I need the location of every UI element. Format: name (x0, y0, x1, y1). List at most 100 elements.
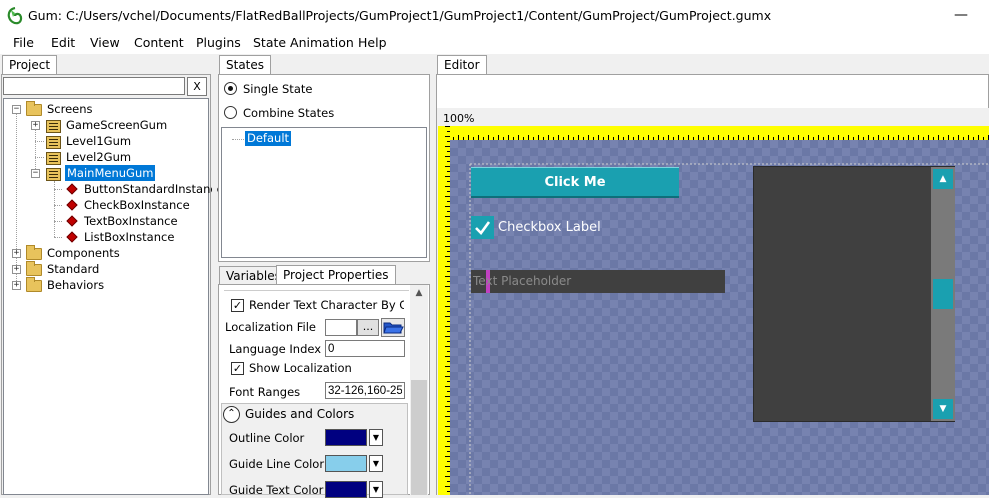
guide-line-color-swatch[interactable] (325, 455, 367, 472)
checkbox-instance[interactable] (471, 216, 494, 239)
combine-states-label: Combine States (243, 106, 335, 120)
tree-item-level2gum[interactable]: Level2Gum (66, 149, 131, 165)
instance-icon (66, 199, 78, 211)
clipped-row (224, 285, 409, 291)
folder-icon (26, 101, 42, 116)
expand-icon[interactable]: + (12, 281, 21, 290)
screen-icon (46, 136, 61, 149)
screen-icon (46, 168, 61, 181)
screen-icon (46, 120, 61, 133)
menu-help[interactable]: Help (358, 35, 387, 50)
combine-states-radio[interactable] (224, 106, 237, 119)
state-item-default[interactable]: Default (243, 130, 293, 147)
expand-icon[interactable]: + (12, 249, 21, 258)
tree-item-instance[interactable]: TextBoxInstance (84, 213, 178, 229)
tab-project-properties[interactable]: Project Properties (276, 265, 396, 285)
splitter[interactable] (212, 54, 217, 495)
show-localization-label: Show Localization (249, 361, 352, 375)
guide-text-color-swatch[interactable] (325, 481, 367, 498)
window-title: Gum: C:/Users/vchel/Documents/FlatRedBal… (28, 8, 772, 23)
menu-plugins[interactable]: Plugins (196, 35, 241, 50)
project-search-input[interactable] (3, 77, 185, 95)
render-text-checkbox[interactable]: ✓ (231, 299, 244, 312)
collapse-icon[interactable]: − (12, 105, 21, 114)
screen-icon (46, 152, 61, 165)
project-tree[interactable]: − Screens + GameScreenGum Level1Gum Leve… (3, 98, 224, 495)
tree-item-standard[interactable]: Standard (47, 261, 99, 277)
listbox-instance[interactable]: ▲ ▼ (753, 166, 955, 422)
zoom-level: 100% (443, 112, 475, 125)
localization-file-label: Localization File (225, 320, 317, 334)
textbox-placeholder: Text Placeholder (473, 274, 572, 288)
menu-view[interactable]: View (90, 35, 120, 50)
scroll-up-button[interactable]: ▲ (933, 169, 953, 189)
folder-icon (26, 261, 42, 276)
guide-line-color-dropdown[interactable]: ▼ (369, 455, 383, 472)
tree-item-behaviors[interactable]: Behaviors (47, 277, 104, 293)
click-me-button[interactable]: Click Me (471, 167, 679, 198)
tree-item-components[interactable]: Components (47, 245, 120, 261)
menu-bar: File Edit View Content Plugins State Ani… (0, 31, 989, 54)
guide-line-color-label: Guide Line Color (229, 457, 325, 471)
tree-item-instance[interactable]: ButtonStandardInstance (84, 181, 224, 197)
states-list[interactable]: Default (221, 127, 427, 258)
menu-state-animation[interactable]: State Animation (253, 35, 354, 50)
minimize-icon: — (954, 7, 968, 23)
minimize-button[interactable]: — (938, 0, 984, 31)
menu-content[interactable]: Content (134, 35, 184, 50)
chevron-up-icon: ▲ (939, 174, 947, 184)
tree-item-mainmenugum[interactable]: MainMenuGum (65, 165, 156, 181)
open-folder-button[interactable] (381, 318, 405, 337)
font-ranges-label: Font Ranges (229, 385, 301, 399)
scroll-down-button[interactable]: ▼ (933, 399, 953, 419)
folder-icon (26, 245, 42, 260)
language-index-input[interactable] (325, 340, 405, 357)
instance-icon (66, 183, 78, 195)
folder-icon (26, 277, 42, 292)
gum-logo-icon (7, 7, 23, 25)
font-ranges-input[interactable] (325, 382, 405, 399)
scrollbar-thumb[interactable] (411, 380, 427, 495)
instance-icon (66, 215, 78, 227)
title-bar: Gum: C:/Users/vchel/Documents/FlatRedBal… (0, 0, 989, 31)
render-text-label: Render Text Character By Cl (249, 298, 404, 312)
clear-search-button[interactable]: X (187, 77, 207, 96)
outline-color-label: Outline Color (229, 431, 305, 445)
scroll-up-icon[interactable]: ▲ (411, 285, 427, 301)
outline-color-swatch[interactable] (325, 429, 367, 446)
menu-file[interactable]: File (13, 35, 34, 50)
chevron-down-icon: ▼ (372, 485, 380, 494)
checkmark-icon (475, 221, 491, 235)
chevron-down-icon: ▼ (372, 459, 380, 468)
tab-editor[interactable]: Editor (437, 55, 487, 74)
expand-icon[interactable]: + (12, 265, 21, 274)
tree-item-instance[interactable]: CheckBoxInstance (84, 197, 190, 213)
expand-icon[interactable]: + (31, 121, 40, 130)
single-state-label: Single State (243, 82, 313, 96)
browse-button[interactable]: ... (357, 319, 379, 336)
textbox-instance[interactable]: Text Placeholder (471, 270, 725, 293)
language-index-label: Language Index (229, 342, 322, 356)
guide-text-color-dropdown[interactable]: ▼ (369, 481, 383, 498)
tab-project[interactable]: Project (2, 55, 58, 74)
tab-states[interactable]: States (219, 55, 272, 74)
tree-item-instance[interactable]: ListBoxInstance (84, 229, 174, 245)
menu-edit[interactable]: Edit (51, 35, 75, 50)
single-state-radio[interactable] (224, 82, 237, 95)
chevron-down-icon: ▼ (372, 433, 380, 442)
outline-color-dropdown[interactable]: ▼ (369, 429, 383, 446)
tree-item-screens[interactable]: Screens (47, 101, 93, 117)
scroll-thumb[interactable] (933, 279, 953, 309)
localization-file-input[interactable] (325, 319, 357, 336)
tree-item-level1gum[interactable]: Level1Gum (66, 133, 131, 149)
collapse-icon[interactable]: − (31, 169, 40, 178)
checkbox-label: Checkbox Label (498, 220, 601, 235)
open-folder-icon (383, 322, 404, 334)
chevron-down-icon: ▼ (939, 404, 947, 414)
show-localization-checkbox[interactable]: ✓ (231, 362, 244, 375)
chevron-up-icon: ⌃ (227, 408, 236, 419)
listbox-scrollbar[interactable]: ▲ ▼ (931, 167, 955, 421)
properties-scrollbar[interactable]: ▲ (410, 285, 428, 495)
collapse-guides-button[interactable]: ⌃ (223, 406, 240, 423)
tree-item-gamescreengum[interactable]: GameScreenGum (66, 117, 167, 133)
